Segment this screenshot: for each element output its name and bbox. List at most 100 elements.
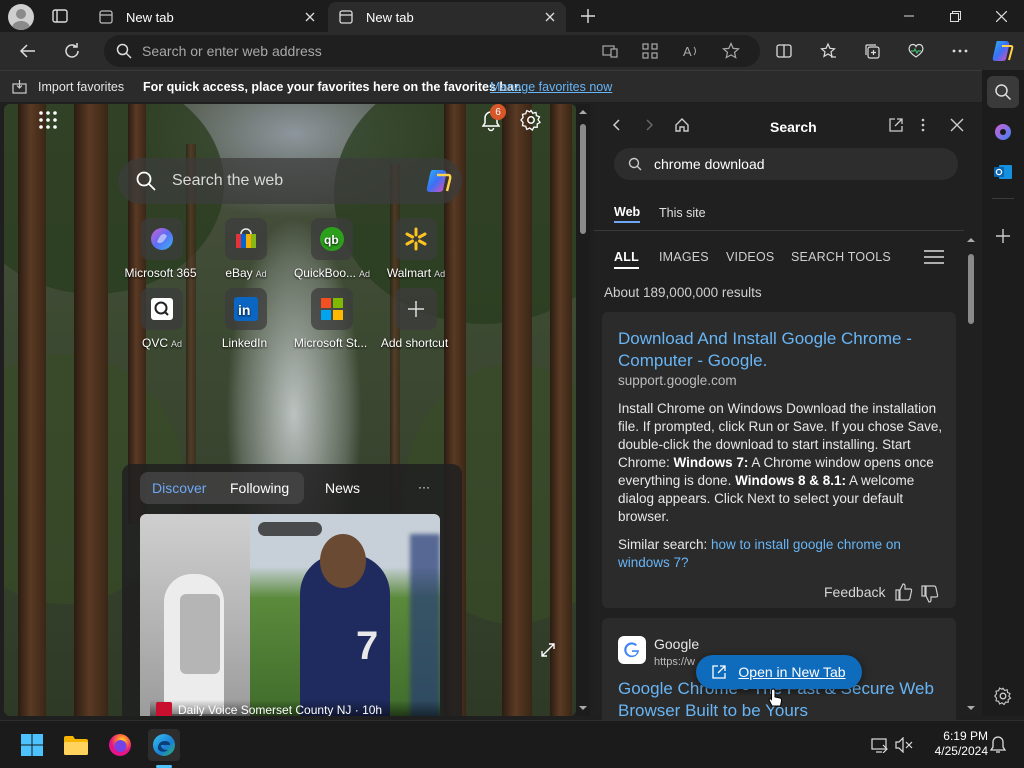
tab-actions-icon[interactable]	[48, 4, 72, 28]
quickbooks-icon: qb	[311, 218, 353, 260]
page-scrollbar[interactable]	[576, 104, 590, 716]
outlook-icon[interactable]	[987, 156, 1019, 188]
shortcut-quickbooks[interactable]: qb QuickBoo... Ad	[286, 218, 378, 280]
sidebar-settings-icon[interactable]	[987, 680, 1019, 712]
apps-launcher-icon[interactable]	[38, 110, 58, 130]
thumbs-up-icon[interactable]	[894, 582, 914, 602]
tab-web[interactable]: Web	[614, 205, 641, 223]
tab-images[interactable]: IMAGES	[659, 250, 709, 264]
shortcut-linkedin[interactable]: in LinkedIn	[200, 288, 292, 350]
ad-badge: Ad	[171, 339, 183, 349]
favorites-icon[interactable]	[812, 35, 844, 67]
open-in-tab-icon[interactable]	[888, 117, 904, 133]
firefox-icon[interactable]	[104, 729, 136, 761]
tab-news[interactable]: News	[325, 480, 360, 496]
page-scroll-thumb[interactable]	[580, 124, 586, 234]
panel-scrollbar[interactable]	[964, 232, 978, 716]
tab-all[interactable]: ALL	[614, 250, 639, 269]
close-window-button[interactable]	[978, 0, 1024, 32]
add-shortcut-button[interactable]: Add shortcut	[370, 288, 462, 350]
file-explorer-icon[interactable]	[60, 729, 92, 761]
expand-icon[interactable]	[540, 642, 556, 658]
result-snippet: Install Chrome on Windows Download the i…	[618, 400, 944, 526]
newtab-icon	[98, 9, 114, 25]
copilot-icon[interactable]	[422, 165, 454, 197]
shortcut-microsoft365[interactable]: Microsoft 365	[116, 218, 208, 280]
favorite-star-icon[interactable]	[722, 42, 740, 60]
tab-following[interactable]: Following	[230, 480, 289, 496]
carousel-dots[interactable]	[258, 522, 322, 536]
tab-2[interactable]: New tab	[328, 2, 566, 32]
open-in-new-tab-button[interactable]: Open in New Tab	[696, 655, 862, 689]
hamburger-menu-icon[interactable]	[924, 250, 944, 264]
close-panel-icon[interactable]	[950, 118, 964, 132]
edge-icon[interactable]	[148, 729, 180, 761]
svg-text:A: A	[683, 44, 692, 59]
read-aloud-icon[interactable]: A	[682, 42, 700, 60]
shortcut-walmart[interactable]: Walmart Ad	[370, 218, 462, 280]
new-tab-page: 6 Search the web Microsoft 365 eBay Ad qb…	[4, 104, 576, 716]
volume-muted-icon[interactable]	[888, 729, 920, 761]
search-icon[interactable]	[987, 76, 1019, 108]
copilot-icon[interactable]	[987, 116, 1019, 148]
address-bar[interactable]: A	[104, 35, 760, 67]
clock-date: 4/25/2024	[934, 744, 988, 758]
back-button[interactable]	[12, 35, 44, 67]
add-app-plus-icon[interactable]	[987, 220, 1019, 252]
profile-avatar[interactable]	[8, 4, 34, 30]
windows-start-icon[interactable]	[16, 729, 48, 761]
title-bar: New tab New tab	[0, 0, 1024, 32]
more-menu-icon[interactable]	[944, 35, 976, 67]
snippet-bold: Windows 7:	[673, 455, 749, 470]
import-icon	[12, 79, 28, 95]
shortcut-ebay[interactable]: eBay Ad	[200, 218, 292, 280]
panel-search-box[interactable]: chrome download	[614, 148, 958, 180]
collections-icon[interactable]	[856, 35, 888, 67]
tab-search-tools[interactable]: SEARCH TOOLS	[791, 250, 891, 264]
close-tab-icon[interactable]	[540, 7, 560, 27]
app-available-icon[interactable]	[602, 43, 618, 59]
tab-discover[interactable]: Discover	[152, 480, 206, 496]
web-search-box[interactable]: Search the web	[118, 158, 462, 204]
close-tab-icon[interactable]	[300, 7, 320, 27]
page-settings-icon[interactable]	[520, 109, 542, 131]
minimize-button[interactable]	[886, 0, 932, 32]
ebay-icon	[225, 218, 267, 260]
grid-icon[interactable]	[642, 43, 658, 59]
panel-search-query[interactable]: chrome download	[654, 156, 765, 172]
new-tab-button[interactable]	[576, 4, 600, 28]
split-screen-icon[interactable]	[768, 35, 800, 67]
import-favorites-button[interactable]: Import favorites	[12, 79, 124, 95]
home-icon[interactable]	[674, 117, 690, 133]
qvc-icon	[141, 288, 183, 330]
result-site-name: Google	[654, 636, 700, 652]
news-card-image[interactable]: 7 Daily Voice Somerset County NJ · 10h	[140, 514, 440, 716]
result-title-link[interactable]: Download And Install Google Chrome - Com…	[618, 328, 944, 372]
clock[interactable]: 6:19 PM 4/25/2024	[920, 729, 988, 759]
forward-icon[interactable]	[642, 118, 656, 132]
shortcut-microsoft-store[interactable]: Microsoft St...	[286, 288, 378, 350]
back-icon[interactable]	[610, 118, 624, 132]
copilot-icon[interactable]	[986, 35, 1018, 67]
address-input[interactable]	[142, 43, 582, 59]
feed-more-button[interactable]: ···	[418, 480, 430, 494]
shortcut-label: QVC	[141, 336, 168, 350]
panel-scroll-thumb[interactable]	[968, 254, 974, 324]
shortcut-qvc[interactable]: QVC Ad	[116, 288, 208, 350]
newtab-icon	[338, 9, 354, 25]
tab-1[interactable]: New tab	[88, 2, 326, 32]
notification-center-icon[interactable]	[982, 729, 1014, 761]
refresh-button[interactable]	[56, 35, 88, 67]
tab-videos[interactable]: VIDEOS	[726, 250, 774, 264]
news-source[interactable]: Daily Voice Somerset County NJ · 10h	[156, 702, 382, 716]
toolbar: A	[0, 32, 1024, 70]
sidebar-rail	[982, 70, 1024, 716]
linkedin-icon: in	[225, 288, 267, 330]
tab-this-site[interactable]: This site	[659, 206, 706, 220]
restore-button[interactable]	[932, 0, 978, 32]
thumbs-down-icon[interactable]	[920, 584, 940, 604]
shortcut-label: LinkedIn	[221, 336, 268, 350]
panel-more-icon[interactable]	[920, 117, 926, 133]
browser-essentials-icon[interactable]	[900, 35, 932, 67]
manage-favorites-link[interactable]: Manage favorites now	[490, 80, 612, 94]
